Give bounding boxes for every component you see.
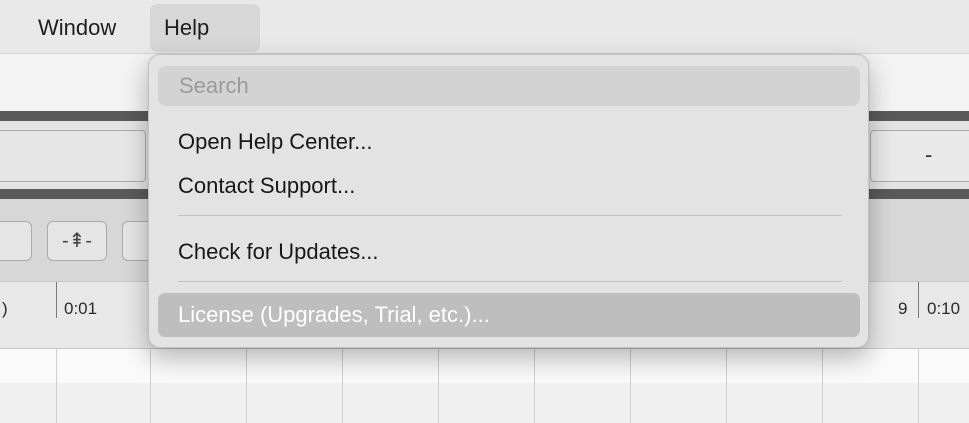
menu-bar: Window Help [0,0,969,54]
menu-help[interactable]: Help [150,4,260,52]
right-field-value: - [925,142,933,167]
menu-item-contact-support[interactable]: Contact Support... [158,164,860,208]
menu-window[interactable]: Window [24,4,130,52]
ruler-tick [918,282,919,318]
menu-separator [178,281,842,282]
ruler-label: 0:10 [927,299,961,318]
menu-item-check-for-updates[interactable]: Check for Updates... [158,230,860,274]
ruler-tick [56,282,57,318]
ruler-label: 9 [898,299,908,318]
grid-line [150,349,151,423]
right-input-field[interactable] [870,130,969,182]
grid-line [726,349,727,423]
track-lane [0,349,969,383]
grid-line [438,349,439,423]
left-input-field[interactable] [0,130,146,182]
vertical-resize-icon[interactable]: -⇞- [47,221,107,261]
ruler-label: 0:01 [64,299,98,318]
grid-line [342,349,343,423]
grid-line [534,349,535,423]
app-window: - -⇞- ) 0:01 9 0:10 Window Help Search O… [0,0,969,423]
grid-line [822,349,823,423]
ruler-label: ) [2,299,8,318]
menu-separator [178,215,842,216]
grid-line [630,349,631,423]
grid-line [246,349,247,423]
menu-item-license[interactable]: License (Upgrades, Trial, etc.)... [158,293,860,337]
control-button-left[interactable] [0,221,32,261]
help-menu-dropdown: Search Open Help Center... Contact Suppo… [148,54,869,348]
help-search-field[interactable]: Search [158,66,860,106]
grid-line [918,349,919,423]
menu-item-open-help-center[interactable]: Open Help Center... [158,120,860,164]
track-lane [0,383,969,423]
grid-line [56,349,57,423]
